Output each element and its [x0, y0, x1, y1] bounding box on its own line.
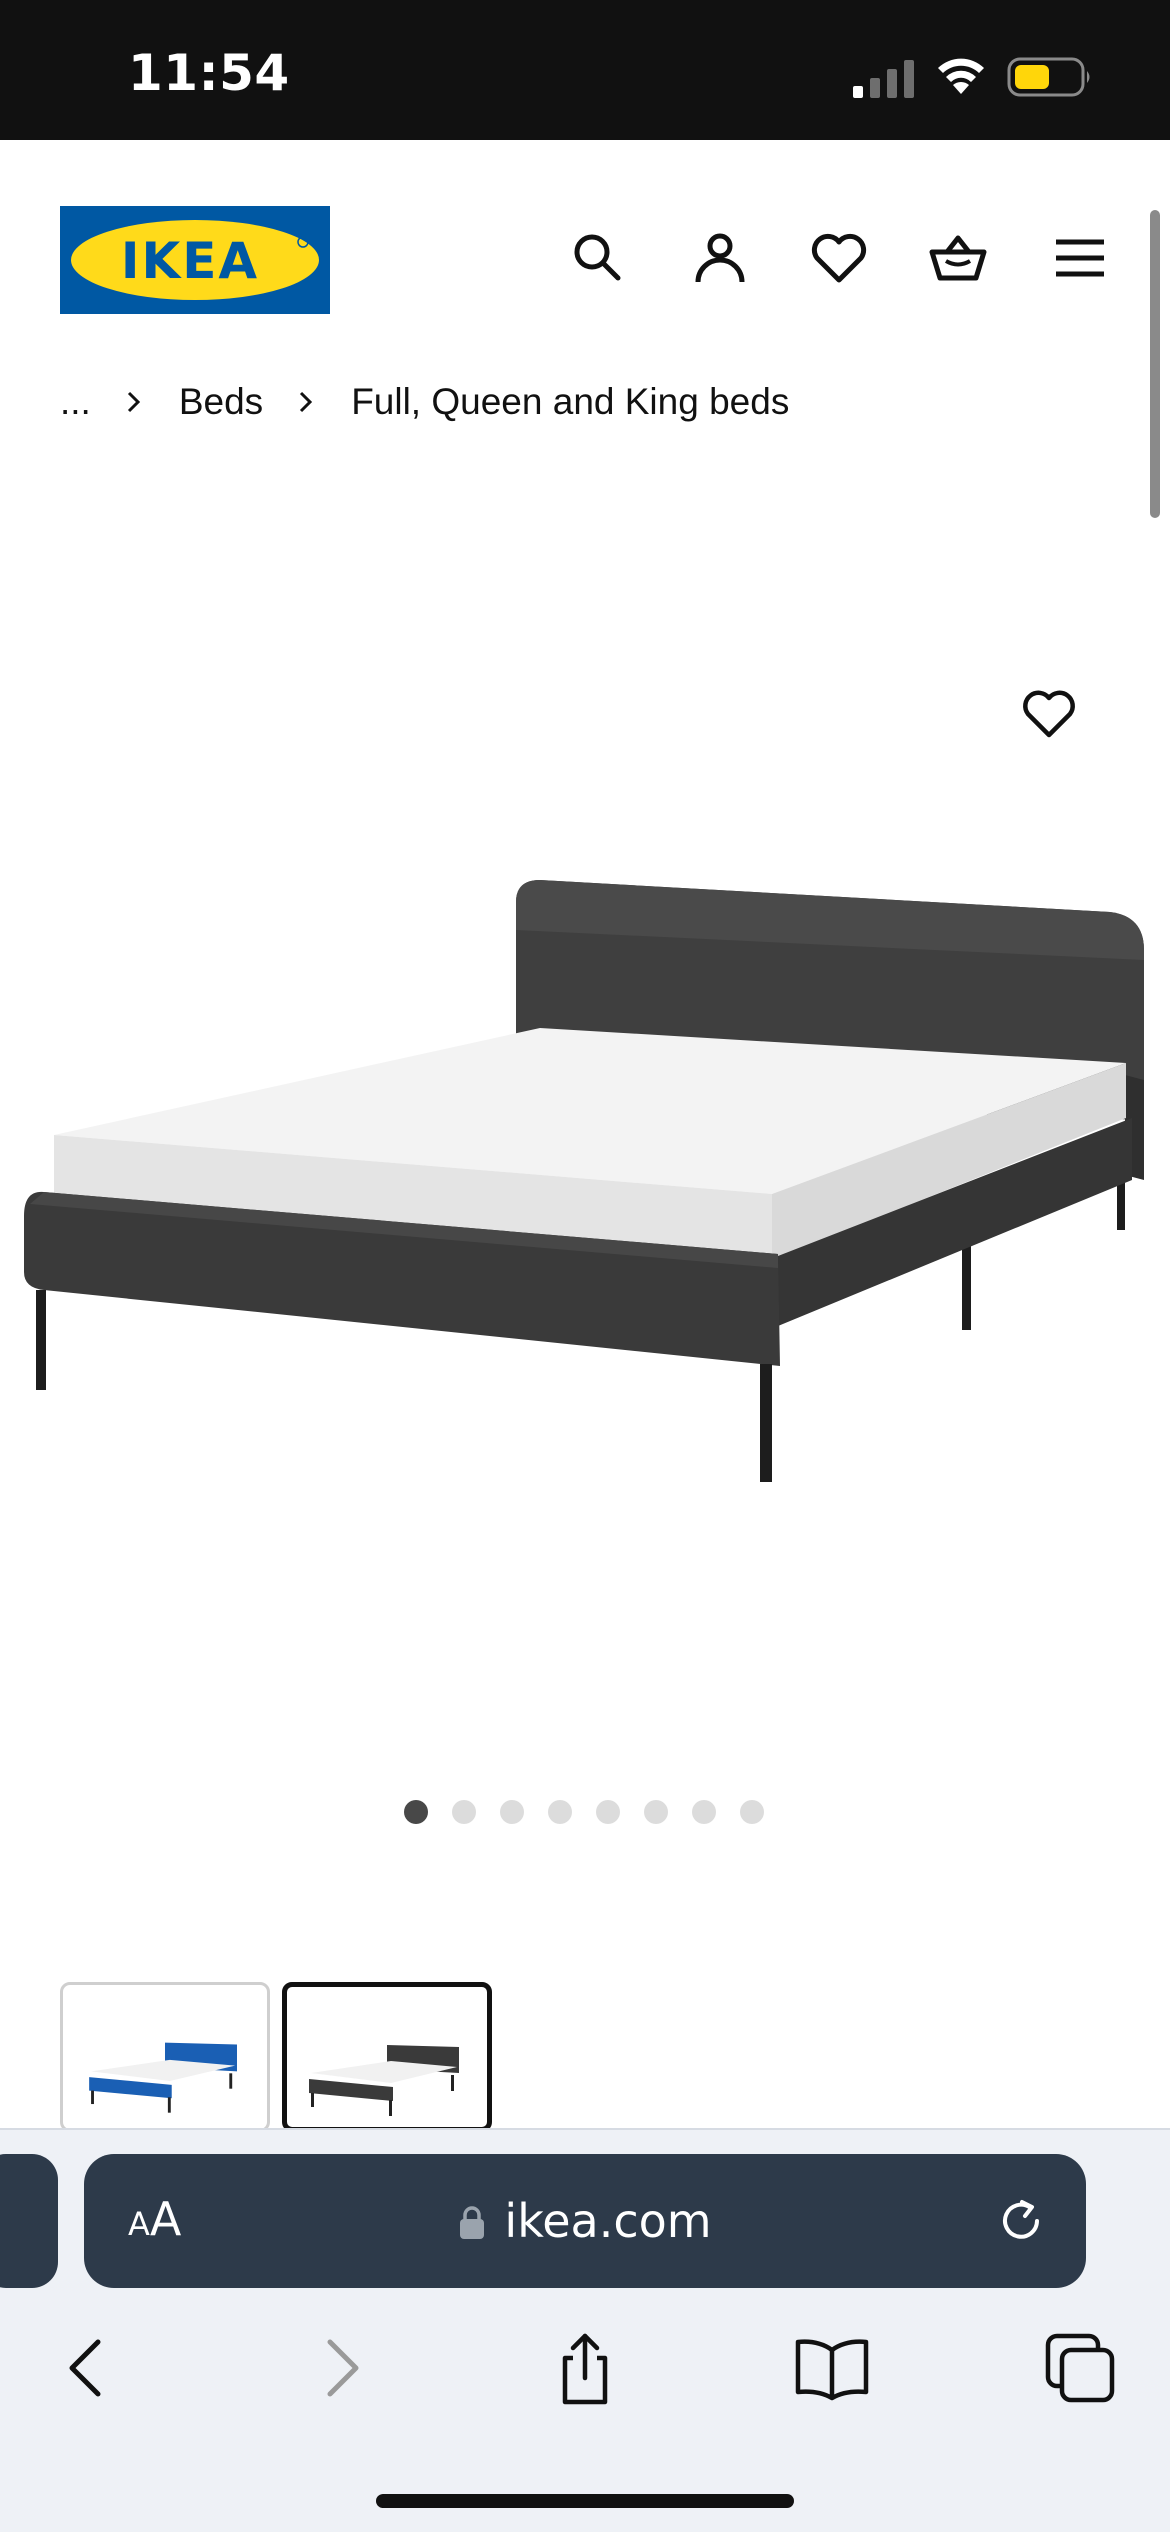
tabs-icon[interactable] — [1040, 2328, 1120, 2408]
browser-toolbar: AA ikea.com — [0, 2128, 1170, 2532]
reload-icon[interactable] — [992, 2192, 1050, 2250]
search-icon[interactable] — [568, 228, 628, 288]
carousel-indicator — [404, 1800, 764, 1828]
url-text: ikea.com — [504, 2194, 712, 2248]
carousel-dot[interactable] — [500, 1800, 524, 1824]
address-bar[interactable]: AA ikea.com — [84, 2154, 1086, 2288]
carousel-dot[interactable] — [644, 1800, 668, 1824]
share-icon[interactable] — [545, 2328, 625, 2408]
carousel-dot[interactable] — [692, 1800, 716, 1824]
url-display[interactable]: ikea.com — [84, 2194, 1086, 2248]
screen: 11:54 IKEA ... Beds Full, Queen and King… — [0, 0, 1170, 2532]
ikea-logo[interactable]: IKEA — [60, 206, 330, 314]
chevron-right-icon — [125, 390, 143, 414]
carousel-dot[interactable] — [548, 1800, 572, 1824]
breadcrumb: ... Beds Full, Queen and King beds — [60, 372, 789, 432]
user-icon[interactable] — [690, 228, 750, 288]
menu-icon[interactable] — [1050, 228, 1110, 288]
wifi-icon — [935, 54, 987, 98]
svg-text:IKEA: IKEA — [121, 232, 259, 290]
product-image[interactable] — [0, 540, 1170, 1540]
carousel-dot[interactable] — [404, 1800, 428, 1824]
shopping-basket-icon[interactable] — [928, 228, 988, 288]
carousel-dot[interactable] — [452, 1800, 476, 1824]
heart-icon[interactable] — [809, 228, 869, 288]
breadcrumb-beds[interactable]: Beds — [179, 381, 263, 423]
forward-icon[interactable] — [300, 2328, 380, 2408]
home-indicator[interactable] — [376, 2494, 794, 2508]
breadcrumb-ellipsis[interactable]: ... — [60, 381, 91, 423]
status-bar: 11:54 — [0, 0, 1170, 140]
battery-low-power-icon — [1007, 56, 1093, 98]
lock-icon — [458, 2204, 486, 2240]
scrollbar-thumb[interactable] — [1150, 210, 1160, 518]
carousel-dot[interactable] — [740, 1800, 764, 1824]
variant-thumbnail-dark-grey[interactable] — [282, 1982, 492, 2132]
bookmarks-icon[interactable] — [792, 2328, 872, 2408]
cellular-signal-icon — [853, 58, 915, 98]
variant-thumbnail-blue[interactable] — [60, 1982, 270, 2132]
status-time: 11:54 — [128, 44, 290, 102]
add-to-favorites-button[interactable] — [1020, 685, 1078, 743]
back-icon[interactable] — [48, 2328, 128, 2408]
carousel-dot[interactable] — [596, 1800, 620, 1824]
chevron-right-icon — [297, 390, 315, 414]
previous-tab-peek[interactable] — [0, 2154, 58, 2288]
site-header: IKEA — [0, 140, 1170, 370]
breadcrumb-current[interactable]: Full, Queen and King beds — [351, 381, 789, 423]
